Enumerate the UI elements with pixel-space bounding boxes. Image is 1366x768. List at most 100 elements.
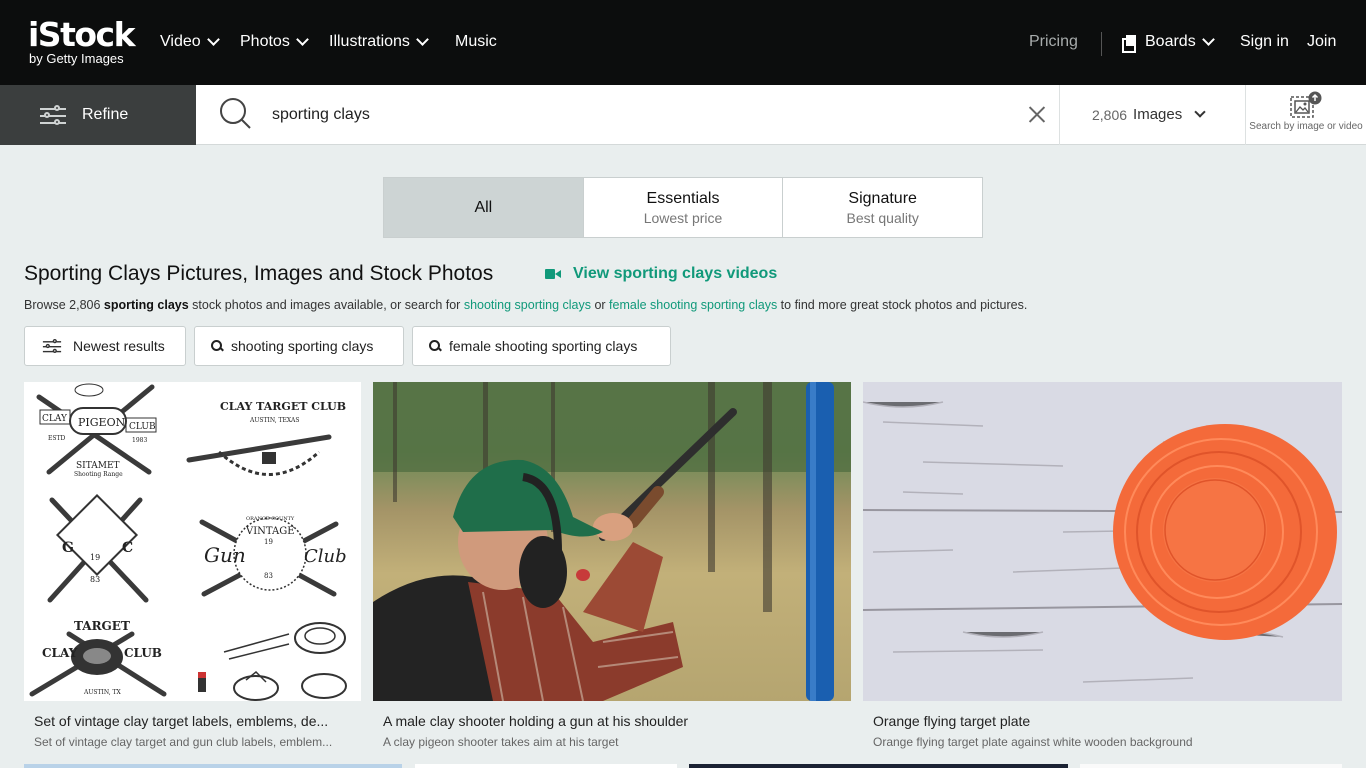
sign-in-link[interactable]: Sign in (1240, 33, 1289, 51)
clay-plate-photo (863, 382, 1342, 701)
nav-photos-label: Photos (240, 33, 290, 50)
emblem-text: CLAY (42, 414, 68, 424)
browse-or: or (590, 298, 610, 312)
emblem-text: Club (304, 546, 347, 567)
result-image-shooter[interactable] (373, 382, 851, 701)
result-title[interactable]: A male clay shooter holding a gun at his… (383, 713, 688, 729)
result-subtitle: Set of vintage clay target and gun club … (34, 735, 333, 749)
result-card-shooter[interactable]: A male clay shooter holding a gun at his… (373, 382, 851, 762)
view-videos-link[interactable]: View sporting clays videos (545, 265, 777, 283)
result-title[interactable]: Orange flying target plate (873, 713, 1030, 729)
tab-all-label: All (474, 198, 493, 216)
emblem-text: 19 (90, 553, 100, 562)
tab-all[interactable]: All (384, 178, 584, 237)
emblem-text: ORANGE COUNTY (246, 516, 295, 522)
view-videos-label: View sporting clays videos (573, 265, 778, 282)
result-card-emblems[interactable]: CLAY PIGEON CLUB ESTD 19 83 SITAMET Shoot… (24, 382, 361, 762)
browse-prefix: Browse 2,806 (24, 298, 104, 312)
search-by-image-button[interactable]: Search by image or video (1246, 85, 1366, 145)
search-icon[interactable] (219, 97, 251, 129)
istock-logo[interactable]: iStock by Getty Images (28, 15, 136, 66)
emblem-text: Gun (204, 543, 246, 567)
related-search-label: female shooting sporting clays (449, 338, 638, 354)
nav-pricing[interactable]: Pricing (1029, 33, 1078, 51)
logo-tagline: by Getty Images (29, 51, 124, 66)
media-type-select[interactable]: 2,806 Images (1092, 106, 1206, 123)
nav-boards-label: Boards (1145, 33, 1196, 50)
next-result-preview (415, 764, 677, 768)
chevron-down-icon (206, 33, 220, 46)
tab-essentials[interactable]: Essentials Lowest price (584, 178, 784, 237)
emblem-illustration: CLAY PIGEON CLUB ESTD 19 83 SITAMET Shoot… (29, 383, 347, 701)
nav-music[interactable]: Music (455, 33, 497, 51)
sort-sliders-icon (42, 339, 62, 353)
tab-signature-label: Signature (848, 189, 917, 207)
logo-wordmark: iStock (28, 15, 136, 54)
next-result-preview (689, 764, 1068, 768)
emblem-text: 19 (264, 538, 273, 546)
emblem-text: CLUB (124, 646, 162, 660)
result-title[interactable]: Set of vintage clay target labels, emble… (34, 713, 328, 729)
related-link-female-shooting[interactable]: female shooting sporting clays (609, 298, 777, 312)
nav-illustrations[interactable]: Illustrations (329, 33, 429, 51)
result-image-orange-plate[interactable] (863, 382, 1342, 701)
result-subtitle: Orange flying target plate against white… (873, 735, 1193, 749)
search-by-image-label: Search by image or video (1249, 121, 1363, 132)
chevron-down-icon (1194, 106, 1206, 118)
search-input[interactable] (272, 101, 1012, 129)
result-subtitle: A clay pigeon shooter takes aim at his t… (383, 735, 619, 749)
emblem-text: CLUB (129, 422, 156, 432)
nav-music-label: Music (455, 33, 497, 50)
emblem-text: SITAMET (76, 461, 120, 471)
image-upload-icon (1290, 91, 1322, 118)
shooter-photo (373, 382, 851, 701)
newest-results-label: Newest results (73, 338, 165, 354)
browse-query: sporting clays (103, 298, 189, 312)
emblem-text: ESTD (48, 435, 65, 442)
nav-boards[interactable]: Boards (1122, 33, 1215, 53)
tab-essentials-subtitle: Lowest price (643, 209, 723, 226)
page-title: Sporting Clays Pictures, Images and Stoc… (24, 262, 494, 285)
result-image-emblems[interactable]: CLAY PIGEON CLUB ESTD 19 83 SITAMET Shoot… (24, 382, 361, 701)
emblem-text: Shooting Range (74, 471, 123, 478)
emblem-text: CLAY TARGET CLUB (220, 400, 346, 413)
nav-video-label: Video (160, 33, 201, 50)
next-result-preview (1080, 764, 1342, 768)
emblem-text: C (122, 540, 133, 556)
tab-signature[interactable]: Signature Best quality (783, 178, 982, 237)
emblem-text: AUSTIN, TEXAS (249, 417, 299, 424)
join-link[interactable]: Join (1307, 33, 1336, 51)
top-navigation: iStock by Getty Images Video Photos Illu… (0, 0, 1366, 85)
nav-divider (1101, 32, 1102, 56)
clear-search-icon[interactable] (1028, 105, 1046, 123)
browse-description: Browse 2,806 sporting clays stock photos… (24, 298, 1027, 312)
license-tabs: All Essentials Lowest price Signature Be… (383, 177, 983, 238)
chevron-down-icon (416, 33, 429, 46)
boards-icon (1122, 35, 1136, 53)
chevron-down-icon (295, 33, 309, 46)
emblem-text: 83 (264, 572, 273, 580)
search-bar: Refine 2,806 Images Search by image or v… (0, 85, 1366, 145)
nav-illustrations-label: Illustrations (329, 33, 410, 50)
browse-mid: stock photos and images available, or se… (188, 298, 464, 312)
nav-video[interactable]: Video (160, 33, 220, 51)
refine-label: Refine (82, 106, 129, 123)
emblem-text: 83 (90, 575, 100, 584)
tab-essentials-label: Essentials (646, 189, 720, 207)
related-link-shooting[interactable]: shooting sporting clays (464, 298, 591, 312)
refine-button[interactable]: Refine (0, 85, 196, 145)
nav-photos[interactable]: Photos (240, 33, 309, 51)
related-search-chip[interactable]: shooting sporting clays (194, 326, 404, 366)
search-icon (429, 340, 441, 352)
related-search-chip[interactable]: female shooting sporting clays (412, 326, 671, 366)
filter-sliders-icon (40, 105, 66, 125)
video-camera-icon (545, 269, 561, 279)
related-search-label: shooting sporting clays (231, 338, 374, 354)
emblem-text: CLAY (42, 646, 78, 660)
media-type-label: Images (1133, 106, 1183, 123)
emblem-text: PIGEON (78, 416, 126, 429)
tab-signature-subtitle: Best quality (846, 209, 919, 226)
emblem-text: G (62, 540, 74, 556)
newest-results-chip[interactable]: Newest results (24, 326, 186, 366)
result-card-orange-plate[interactable]: Orange flying target plate Orange flying… (863, 382, 1342, 762)
